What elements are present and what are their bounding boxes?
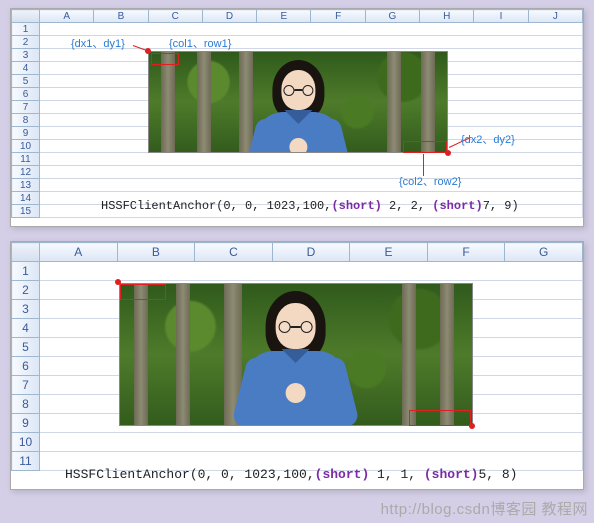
row-header[interactable]: 14 — [12, 192, 40, 205]
bottom-right-anchor-box — [409, 410, 471, 426]
bottom-right-anchor-box — [403, 141, 447, 153]
row-header[interactable]: 10 — [12, 140, 40, 153]
code-end: 7, 9) — [483, 199, 519, 213]
annot-col1row1: {col1、row1} — [169, 35, 231, 51]
select-all-corner[interactable] — [12, 243, 40, 262]
cell[interactable] — [40, 262, 583, 281]
row-header[interactable]: 7 — [12, 376, 40, 395]
row-header[interactable]: 2 — [12, 36, 40, 49]
row-header[interactable]: 4 — [12, 319, 40, 338]
col-header[interactable]: F — [311, 10, 365, 23]
col-header[interactable]: D — [272, 243, 350, 262]
cell[interactable] — [40, 179, 583, 192]
annot-dx1dy1: {dx1、dy1} — [71, 35, 125, 51]
col-header[interactable]: E — [257, 10, 311, 23]
code-kw2: (short) — [424, 467, 479, 482]
row-header[interactable]: 3 — [12, 300, 40, 319]
cell[interactable] — [40, 166, 583, 179]
col-header[interactable]: C — [195, 243, 273, 262]
col-header[interactable]: J — [528, 10, 582, 23]
code-mid: 1, 1, — [369, 467, 424, 482]
code-fn: HSSFClientAnchor(0, 0, 1023,100, — [101, 199, 331, 213]
row-header[interactable]: 11 — [12, 452, 40, 471]
row-header[interactable]: 7 — [12, 101, 40, 114]
select-all-corner[interactable] — [12, 10, 40, 23]
code-line-1: HSSFClientAnchor(0, 0, 1023,100,(short) … — [101, 199, 519, 213]
anchor-dot-bottom-right — [469, 423, 475, 429]
top-left-anchor-box — [151, 53, 179, 65]
annot-dx2dy2: {dx2、dy2} — [461, 131, 515, 147]
cell[interactable] — [40, 153, 583, 166]
row-header[interactable]: 3 — [12, 49, 40, 62]
row-header[interactable]: 5 — [12, 75, 40, 88]
code-kw: (short) — [315, 467, 370, 482]
spreadsheet-panel-2: A B C D E F G 1 2 3 4 5 6 7 8 9 10 11 — [10, 241, 584, 490]
col-header[interactable]: H — [420, 10, 474, 23]
top-left-anchor-box — [120, 284, 166, 300]
code-fn: HSSFClientAnchor(0, 0, 1023,100, — [65, 467, 315, 482]
row-header[interactable]: 2 — [12, 281, 40, 300]
col-header[interactable]: B — [117, 243, 195, 262]
row-header[interactable]: 10 — [12, 433, 40, 452]
code-end: 5, 8) — [478, 467, 517, 482]
embedded-image[interactable] — [119, 283, 473, 426]
code-kw: (short) — [331, 199, 381, 213]
col-header[interactable]: E — [350, 243, 428, 262]
cell[interactable] — [40, 433, 583, 452]
row-header[interactable]: 1 — [12, 23, 40, 36]
col-header[interactable]: C — [148, 10, 202, 23]
spreadsheet-panel-1: A B C D E F G H I J 1 2 3 4 5 6 7 8 9 10… — [10, 8, 584, 227]
row-header[interactable]: 4 — [12, 62, 40, 75]
row-header[interactable]: 6 — [12, 357, 40, 376]
row-header[interactable]: 9 — [12, 414, 40, 433]
watermark: http://blog.csdn博客园 教程网 — [381, 498, 588, 519]
col-header[interactable]: G — [505, 243, 583, 262]
row-header[interactable]: 6 — [12, 88, 40, 101]
col-header[interactable]: A — [40, 243, 118, 262]
row-header[interactable]: 8 — [12, 114, 40, 127]
row-header[interactable]: 13 — [12, 179, 40, 192]
row-header[interactable]: 8 — [12, 395, 40, 414]
col-header[interactable]: I — [474, 10, 528, 23]
anchor-dot-bottom-right — [445, 150, 451, 156]
col-header[interactable]: G — [365, 10, 419, 23]
col-header[interactable]: D — [202, 10, 256, 23]
row-header[interactable]: 9 — [12, 127, 40, 140]
row-header[interactable]: 11 — [12, 153, 40, 166]
code-kw2: (short) — [432, 199, 482, 213]
row-header[interactable]: 12 — [12, 166, 40, 179]
row-header[interactable]: 15 — [12, 205, 40, 218]
embedded-image[interactable] — [148, 51, 448, 153]
anchor-dot-top-left — [115, 279, 121, 285]
code-mid: 2, 2, — [382, 199, 432, 213]
row-header[interactable]: 5 — [12, 338, 40, 357]
annot-col2row2: {col2、row2} — [399, 173, 461, 189]
row-header[interactable]: 1 — [12, 262, 40, 281]
col-header[interactable]: B — [94, 10, 148, 23]
col-header[interactable]: F — [427, 243, 505, 262]
cell[interactable] — [40, 23, 583, 36]
code-line-2: HSSFClientAnchor(0, 0, 1023,100,(short) … — [65, 467, 517, 482]
col-header[interactable]: A — [40, 10, 94, 23]
